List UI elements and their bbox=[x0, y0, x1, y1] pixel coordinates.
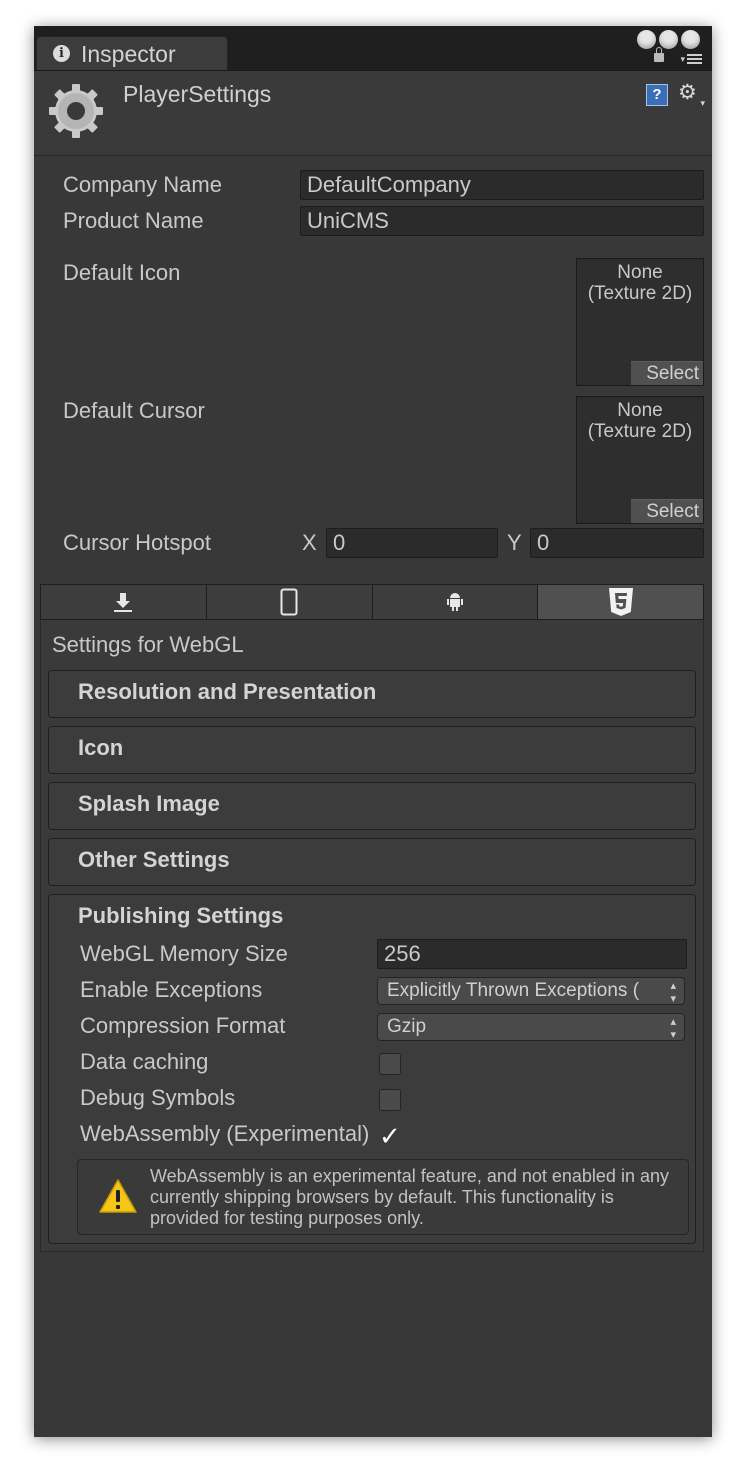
section-title[interactable]: Publishing Settings bbox=[78, 903, 283, 929]
compression-format-label: Compression Format bbox=[80, 1013, 286, 1038]
settings-for-label: Settings for WebGL bbox=[52, 632, 244, 657]
section-title: Splash Image bbox=[78, 791, 220, 816]
dropdown-value: Explicitly Thrown Exceptions ( bbox=[387, 980, 640, 1001]
tab-strip: i Inspector ▾ bbox=[34, 26, 712, 71]
tab-ios[interactable] bbox=[206, 585, 373, 619]
memory-size-label: WebGL Memory Size bbox=[80, 941, 288, 966]
cursor-hotspot-label: Cursor Hotspot bbox=[63, 530, 211, 555]
inspector-header: PlayerSettings ? ⚙ ▾ bbox=[34, 71, 712, 156]
android-icon bbox=[446, 593, 463, 611]
window-dot-icon[interactable] bbox=[681, 30, 700, 49]
section-title: Other Settings bbox=[78, 847, 230, 872]
company-name-field[interactable]: DefaultCompany bbox=[300, 170, 704, 200]
tab-inspector[interactable]: i Inspector bbox=[36, 36, 228, 70]
section-resolution[interactable]: Resolution and Presentation bbox=[48, 670, 696, 718]
default-icon-label: Default Icon bbox=[63, 260, 181, 285]
platform-tabs bbox=[40, 584, 704, 620]
texture-type-text: (Texture 2D) bbox=[587, 283, 693, 304]
window-controls bbox=[634, 30, 700, 50]
debug-symbols-checkbox[interactable] bbox=[379, 1089, 401, 1111]
enable-exceptions-dropdown[interactable]: Explicitly Thrown Exceptions ( ▴ ▾ bbox=[377, 977, 685, 1005]
webassembly-checkbox[interactable]: ✓ bbox=[379, 1123, 401, 1149]
gear-menu-icon[interactable]: ⚙ ▾ bbox=[678, 82, 706, 109]
help-icon[interactable]: ? bbox=[646, 84, 668, 106]
section-other-settings[interactable]: Other Settings bbox=[48, 838, 696, 886]
section-publishing-settings: Publishing Settings WebGL Memory Size 25… bbox=[48, 894, 696, 1244]
data-caching-label: Data caching bbox=[80, 1049, 209, 1074]
hotspot-y-label: Y bbox=[507, 530, 522, 555]
info-icon: i bbox=[53, 45, 70, 62]
default-cursor-label: Default Cursor bbox=[63, 398, 205, 423]
tab-webgl[interactable] bbox=[538, 585, 703, 619]
section-icon[interactable]: Icon bbox=[48, 726, 696, 774]
default-icon-select-button[interactable]: Select bbox=[631, 361, 703, 385]
object-title: PlayerSettings bbox=[123, 81, 272, 107]
updown-arrows-icon: ▴ ▾ bbox=[670, 980, 676, 1005]
download-icon bbox=[114, 593, 133, 612]
product-name-label: Product Name bbox=[63, 208, 204, 233]
company-name-label: Company Name bbox=[63, 172, 222, 197]
debug-symbols-label: Debug Symbols bbox=[80, 1085, 236, 1110]
warning-icon bbox=[99, 1179, 137, 1213]
hotspot-x-label: X bbox=[302, 530, 317, 555]
updown-arrows-icon: ▴ ▾ bbox=[670, 1016, 676, 1041]
default-cursor-select-button[interactable]: Select bbox=[631, 499, 703, 523]
texture-none-text: None bbox=[617, 400, 663, 421]
hotspot-y-field[interactable]: 0 bbox=[530, 528, 704, 558]
section-title: Icon bbox=[78, 735, 124, 760]
hotspot-x-field[interactable]: 0 bbox=[326, 528, 498, 558]
webassembly-label: WebAssembly (Experimental) bbox=[80, 1121, 370, 1146]
compression-format-dropdown[interactable]: Gzip ▴ ▾ bbox=[377, 1013, 685, 1041]
dropdown-value: Gzip bbox=[387, 1016, 427, 1037]
inspector-window: i Inspector ▾ PlayerSettings ? ⚙ ▾ Compa… bbox=[34, 26, 712, 1437]
enable-exceptions-label: Enable Exceptions bbox=[80, 977, 263, 1002]
html5-icon bbox=[608, 588, 633, 616]
section-splash-image[interactable]: Splash Image bbox=[48, 782, 696, 830]
texture-none-text: None bbox=[617, 262, 663, 283]
tab-standalone[interactable] bbox=[41, 585, 207, 619]
tab-menu-icon[interactable]: ▾ bbox=[672, 54, 702, 66]
phone-icon bbox=[280, 588, 298, 616]
warning-text: WebAssembly is an experimental feature, … bbox=[150, 1166, 669, 1228]
tab-android[interactable] bbox=[372, 585, 539, 619]
data-caching-checkbox[interactable] bbox=[379, 1053, 401, 1075]
memory-size-field[interactable]: 256 bbox=[377, 939, 687, 969]
default-icon-texture-slot[interactable]: None (Texture 2D) Select bbox=[576, 258, 704, 386]
webassembly-warning-box: WebAssembly is an experimental feature, … bbox=[77, 1159, 689, 1235]
window-dot-icon[interactable] bbox=[659, 30, 678, 49]
lock-icon[interactable] bbox=[654, 47, 664, 62]
default-cursor-texture-slot[interactable]: None (Texture 2D) Select bbox=[576, 396, 704, 524]
tab-label: Inspector bbox=[81, 41, 176, 67]
settings-gear-icon bbox=[49, 84, 103, 138]
window-dot-icon[interactable] bbox=[637, 30, 656, 49]
product-name-field[interactable]: UniCMS bbox=[300, 206, 704, 236]
texture-type-text: (Texture 2D) bbox=[587, 421, 693, 442]
section-title: Resolution and Presentation bbox=[78, 679, 377, 704]
